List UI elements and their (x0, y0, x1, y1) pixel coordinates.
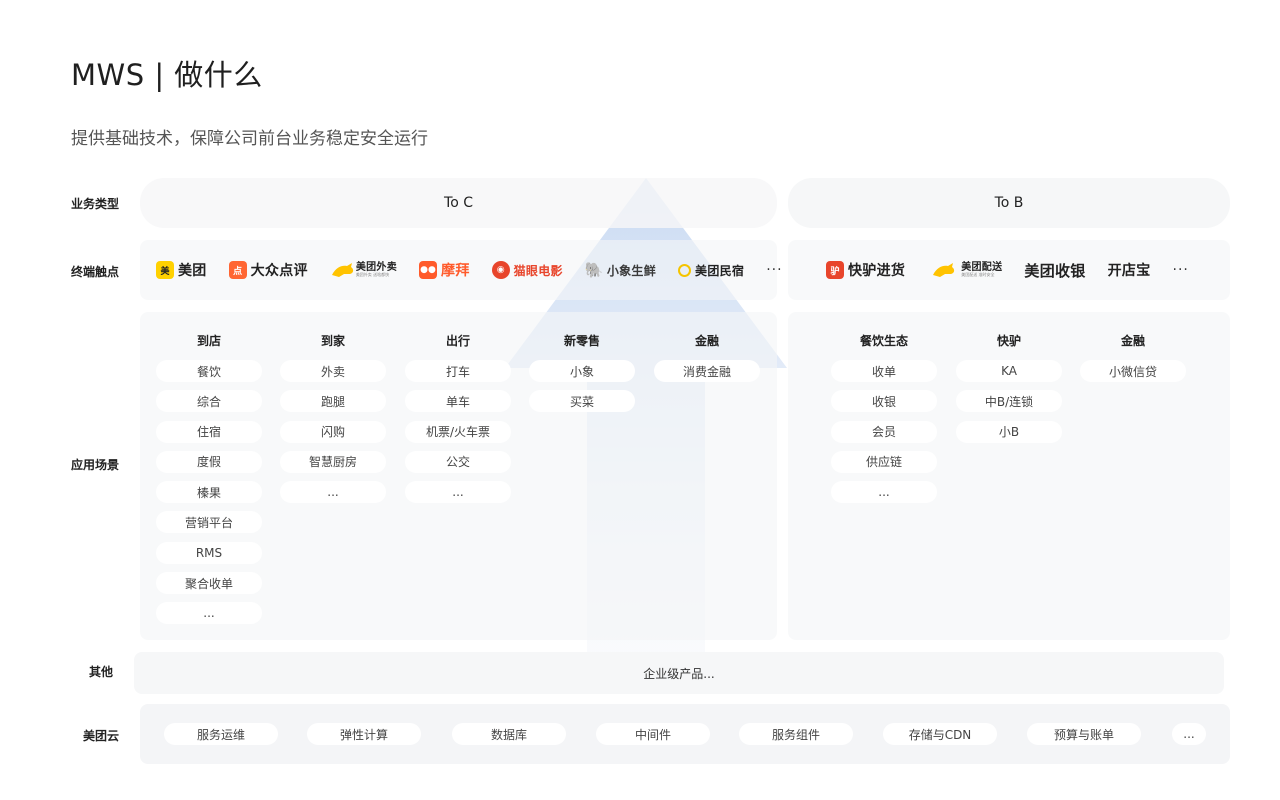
to-c-touchpoints-panel: 美 美团 点 大众点评 美团外卖 美团外卖 送啥都快 ●● 摩拜 ◉ 猫眼电影 … (140, 240, 782, 300)
scenario-chip: 打车 (405, 360, 511, 382)
scenario-chip: 智慧厨房 (280, 450, 386, 473)
scenario-chip: ... (831, 481, 937, 504)
to-b-more-indicator: ··· (1172, 262, 1189, 278)
scenario-chip: 小象 (529, 360, 635, 382)
minsu-logo-icon (678, 263, 692, 277)
scenario-chip: 聚合收单 (156, 572, 262, 595)
scenario-column-header: 餐饮生态 (859, 334, 908, 348)
row-label-other: 其他 (89, 665, 114, 679)
scenario-column-header: 金融 (1120, 334, 1145, 348)
to-b-touchpoints-panel: 驴 快驴进货 美团配送 美团配送 准时安全 美团收银 开店宝 ··· (788, 240, 1230, 300)
scenario-column-header: 出行 (445, 334, 470, 348)
row-label-scenarios: 应用场景 (71, 458, 120, 472)
to-c-scenario-column: 金融 消费金融 (652, 332, 762, 390)
scenario-chip: 中B/连锁 (956, 390, 1062, 413)
brand-meituan-waimai: 美团外卖 美团外卖 送啥都快 (330, 261, 397, 279)
brand-dianping: 点 大众点评 (228, 260, 308, 280)
scenario-chip: 收银 (831, 390, 937, 413)
brand-meituan: 美 美团 (156, 260, 207, 280)
brand-kaidianbao: 开店宝 (1107, 263, 1151, 279)
scenario-chip: 综合 (156, 390, 262, 413)
scenario-chip: ... (156, 602, 262, 625)
scenario-chip: 外卖 (280, 360, 386, 382)
cloud-service-chip: 中间件 (596, 723, 710, 745)
brand-kuailv: 驴 快驴进货 (826, 260, 905, 280)
scenario-chip: 小微信贷 (1080, 360, 1186, 382)
cloud-service-chip: ... (1172, 723, 1206, 745)
cloud-service-chip: 数据库 (452, 723, 566, 745)
brand-mobike: ●● 摩拜 (419, 261, 470, 279)
elephant-logo-icon: 🐘 (584, 261, 604, 279)
meituan-logo-icon: 美 (156, 261, 174, 279)
to-c-scenario-column: 到店餐饮综合住宿度假榛果营销平台 RMS 聚合收单... (154, 332, 264, 633)
page-title: MWS | 做什么 (71, 58, 263, 92)
scenario-chip: 餐饮 (156, 360, 262, 382)
scenario-column-header: 新零售 (563, 334, 600, 348)
to-b-label: To B (994, 195, 1024, 211)
scenario-column-header: 金融 (694, 334, 719, 348)
to-c-scenario-column: 出行打车单车机票/火车票 公交... (403, 332, 513, 511)
dianping-logo-icon: 点 (228, 261, 247, 279)
cloud-service-chip: 弹性计算 (307, 723, 421, 745)
maoyan-logo-icon: ◉ (491, 261, 510, 279)
scenario-chip: 闪购 (280, 420, 386, 443)
row-label-business-type: 业务类型 (71, 197, 120, 211)
scenario-chip: RMS (156, 541, 262, 564)
row-label-cloud: 美团云 (83, 729, 120, 743)
scenario-chip: 消费金融 (654, 360, 760, 382)
brand-meituan-shouyin: 美团收银 (1024, 261, 1086, 280)
scenario-chip: 跑腿 (280, 390, 386, 413)
kangaroo-logo-icon (331, 263, 353, 277)
scenario-chip: ... (405, 481, 511, 504)
cloud-service-chip: 服务运维 (164, 723, 278, 745)
scenario-column-header: 到家 (320, 334, 345, 348)
scenario-chip: 小B (956, 420, 1062, 443)
brand-meituan-peisong: 美团配送 美团配送 准时安全 (927, 261, 1002, 279)
scenario-chip: 住宿 (156, 420, 262, 443)
scenario-column-header: 到店 (196, 334, 221, 348)
kuailv-logo-icon: 驴 (826, 261, 844, 279)
cloud-service-chip: 存储与CDN (883, 723, 997, 745)
scenario-chip: 度假 (156, 450, 262, 473)
to-b-scenario-column: 快驴 KA 中B/连锁小B (954, 332, 1064, 451)
scenario-chip: 公交 (405, 450, 511, 473)
mobike-logo-icon: ●● (419, 261, 438, 279)
other-text: 企业级产品... (643, 666, 715, 681)
page-subtitle: 提供基础技术，保障公司前台业务稳定安全运行 (71, 129, 428, 149)
other-bar: 企业级产品... (134, 652, 1224, 694)
to-c-more-indicator: ··· (766, 262, 783, 278)
brand-maoyan: ◉ 猫眼电影 (491, 261, 563, 279)
to-c-bar: To C (140, 178, 777, 228)
scenario-chip: 供应链 (831, 450, 937, 473)
scenario-chip: 收单 (831, 360, 937, 382)
to-b-scenario-column: 餐饮生态收单收银会员供应链... (829, 332, 939, 511)
to-b-bar: To B (788, 178, 1230, 228)
scenario-chip: 营销平台 (156, 511, 262, 534)
to-b-scenario-column: 金融 小微信贷 (1078, 332, 1188, 390)
to-c-scenario-column: 新零售 小象 买菜 (527, 332, 637, 421)
scenario-chip: 机票/火车票 (405, 420, 511, 443)
scenario-chip: 榛果 (156, 481, 262, 504)
to-c-label: To C (444, 195, 473, 211)
scenario-chip: ... (280, 481, 386, 504)
brand-xiaoxiang: 🐘 小象生鲜 (584, 261, 657, 279)
kangaroo-logo-icon (933, 263, 955, 277)
scenario-chip: 会员 (831, 420, 937, 443)
cloud-service-chip: 预算与账单 (1027, 723, 1141, 745)
scenario-chip: KA (956, 360, 1062, 382)
scenario-column-header: 快驴 (996, 334, 1021, 348)
to-c-scenario-column: 到家外卖跑腿闪购智慧厨房... (278, 332, 388, 511)
cloud-service-chip: 服务组件 (739, 723, 853, 745)
scenario-chip: 单车 (405, 390, 511, 413)
row-label-touchpoints: 终端触点 (71, 265, 120, 279)
brand-meituan-minsu: 美团民宿 (678, 262, 744, 279)
scenario-chip: 买菜 (529, 390, 635, 413)
